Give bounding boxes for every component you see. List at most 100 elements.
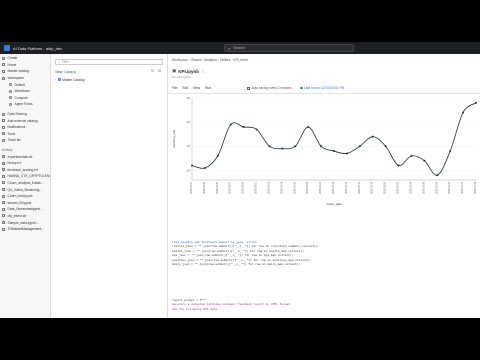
nav-icon xyxy=(2,132,5,136)
file-icon xyxy=(2,214,5,218)
nav-item-obj-intent-txt[interactable]: obj_intent.txt xyxy=(0,213,50,220)
nav-item-label: Churn_test.ipynb xyxy=(7,194,33,199)
autosave-checkbox[interactable] xyxy=(247,86,250,90)
nav-item-label: Home xyxy=(7,62,17,67)
x-tick-label: 2025-09-06 xyxy=(294,181,296,193)
nav-item-stream-fill-ipynb[interactable]: stream_fill.ipynb xyxy=(0,199,50,206)
data-point xyxy=(436,174,439,177)
x-tick-label: 2025-08-25 xyxy=(217,181,219,193)
breadcrumb-item[interactable]: Workspace xyxy=(172,58,188,62)
nav-item-default[interactable]: Default xyxy=(0,81,50,88)
refresh-icon[interactable]: ↻ xyxy=(151,69,154,73)
nav-item-churn-analysis-datab[interactable]: Churn_analysis_Datab... xyxy=(0,180,50,187)
view-selector: View: Catalog xyxy=(55,70,76,74)
page-title[interactable]: KPI.ipynb xyxy=(178,69,199,74)
filter-input[interactable]: ⌕ Filter xyxy=(55,59,163,65)
x-tick-label: 2025-09-10 xyxy=(320,181,322,193)
nav-item-agent-flows[interactable]: Agent Flows xyxy=(0,101,50,108)
file-icon xyxy=(2,207,5,211)
nav-item-churn-test-ipynb[interactable]: Churn_test.ipynb xyxy=(0,193,50,200)
nav-item-home[interactable]: Home xyxy=(0,62,50,69)
data-point xyxy=(203,166,206,169)
nav-item-workflows[interactable]: Workflows xyxy=(0,88,50,95)
notebook-description[interactable]: No description xyxy=(172,75,191,79)
data-point xyxy=(255,128,258,131)
nav-item-workspace[interactable]: Workspace xyxy=(0,75,50,82)
nav-item-label: Data Sharing xyxy=(7,112,27,117)
autosave-toggle[interactable]: Auto saving every 2 minutes xyxy=(247,86,292,90)
nav-item-compute[interactable]: Compute xyxy=(0,95,50,102)
menu-edit[interactable]: Edit xyxy=(182,86,188,90)
nav-item-label: Master catalog xyxy=(7,69,30,74)
nav-item-label: Trash bin xyxy=(7,138,22,143)
x-tick-label: 2025-09-12 xyxy=(333,181,335,193)
nav-item-notifications[interactable]: Notifications xyxy=(0,124,50,131)
x-tick-label: 2025-08-27 xyxy=(230,181,232,193)
line-chart: 10 15 20 25 2025-08-21 2025-08-23 2025-08-25 20… xyxy=(172,96,477,206)
nav-item-tnmarketmanagement[interactable]: TNMarketManagement... xyxy=(0,226,50,233)
x-tick-label: 2025-10-04 xyxy=(475,181,477,193)
left-navigation: Create Home Master catalog Workspace Default… xyxy=(0,54,51,318)
code-cell-2[interactable]: report_prompt = f""" Generate a detailed… xyxy=(172,299,292,312)
file-icon xyxy=(2,194,5,198)
breadcrumb-item[interactable]: Shared xyxy=(191,58,201,62)
favorite-icon[interactable]: ☆ xyxy=(201,69,205,74)
nav-item-sample-data-ipynb[interactable]: Sample_data.ipynb... xyxy=(0,219,50,226)
nav-item-create[interactable]: Create xyxy=(0,55,50,62)
menu-view[interactable]: View xyxy=(193,86,200,90)
chevron-right-icon[interactable]: › xyxy=(55,78,56,82)
collapse-icon[interactable]: ⊟ xyxy=(158,69,161,73)
code2-line-2: Generate a detailed Lifetime customer fe… xyxy=(172,303,292,307)
breadcrumb-item[interactable]: Analytics xyxy=(204,58,217,62)
nav-icon xyxy=(9,89,12,93)
menu-file[interactable]: File xyxy=(172,86,177,90)
notebook-title-row: ▣ KPI.ipynb ☆ xyxy=(172,68,205,74)
activity-section-label[interactable]: Activity xyxy=(0,147,50,154)
nav-item-label: Data_Streamtestipynb... xyxy=(7,207,43,212)
code-cell-1[interactable]: from pyspark.sql.functions import to_jso… xyxy=(172,241,318,267)
breadcrumb-item[interactable]: Utilities xyxy=(220,58,230,62)
file-icon xyxy=(2,227,5,231)
app-window: AI Data Platform - aidp_dev ⌕ Search Cre… xyxy=(0,42,480,318)
nav-item-label: Agent Flows xyxy=(14,102,33,107)
nav-item-experimentals-txt[interactable]: experimentals.txt xyxy=(0,153,50,160)
nav-icon xyxy=(9,102,12,106)
top-bar: AI Data Platform - aidp_dev ⌕ Search xyxy=(0,42,480,54)
nav-item-library-txt[interactable]: library.txt xyxy=(0,160,50,167)
tree-toolbar: ↻ ⊟ xyxy=(151,69,161,73)
nav-item-label: experimentals.txt xyxy=(7,154,33,159)
series-line xyxy=(191,102,477,176)
view-catalog-link[interactable]: Catalog xyxy=(64,70,76,74)
code-line-6: daily_json = "".join(row.asDict()["__c__… xyxy=(172,263,301,267)
nav-item-data-streamtestipynb[interactable]: Data_Streamtestipynb... xyxy=(0,206,50,213)
x-tick-label: 2025-09-04 xyxy=(281,181,283,193)
nav-item-data-sharing[interactable]: Data Sharing xyxy=(0,111,50,118)
nav-item-feedback-scoring-txt[interactable]: feedback_scoring.txt xyxy=(0,167,50,174)
app-title: AI Data Platform - aidp_dev xyxy=(13,45,63,51)
nav-item-master-catalog[interactable]: Master catalog xyxy=(0,68,50,75)
data-point xyxy=(281,147,284,150)
nav-item-qa-kafka-streaming[interactable]: QA_Kafka_Streaming... xyxy=(0,186,50,193)
catalog-icon xyxy=(57,78,61,81)
data-point xyxy=(333,150,335,153)
tree-node-label: Master Catalog xyxy=(62,77,85,82)
nav-item-trash-bin[interactable]: Trash bin xyxy=(0,137,50,144)
breadcrumb-item[interactable]: KPI_trend xyxy=(233,58,247,62)
x-tick-label: 2025-09-08 xyxy=(307,181,309,193)
nav-item-tools[interactable]: Tools xyxy=(0,131,50,138)
code-line-4: kpi_json = "".join(row.asDict()["__c__"]… xyxy=(172,254,294,258)
nav-item-add-external-catalog[interactable]: Add external catalog xyxy=(0,117,50,124)
tree-node-master-catalog[interactable]: › Master Catalog xyxy=(55,77,165,82)
y-tick-label: 25 xyxy=(187,96,191,100)
nav-icon xyxy=(2,125,5,129)
file-icon xyxy=(2,221,5,225)
nav-icon xyxy=(9,96,12,100)
global-search-input[interactable]: ⌕ Search xyxy=(224,44,354,52)
y-tick-label: 15 xyxy=(187,144,191,148)
x-tick-label: 2025-09-20 xyxy=(385,181,387,193)
nav-item-hanna-ctx-cryptolens[interactable]: HANNA_CTX_CRYPTOLENS xyxy=(0,173,50,180)
x-tick-label: 2025-09-14 xyxy=(346,181,348,193)
notebook-icon: ▣ xyxy=(172,68,177,73)
code-line-5: position_json = "".join(row.asDict()["__… xyxy=(172,258,311,262)
menu-run[interactable]: Run xyxy=(205,86,211,90)
